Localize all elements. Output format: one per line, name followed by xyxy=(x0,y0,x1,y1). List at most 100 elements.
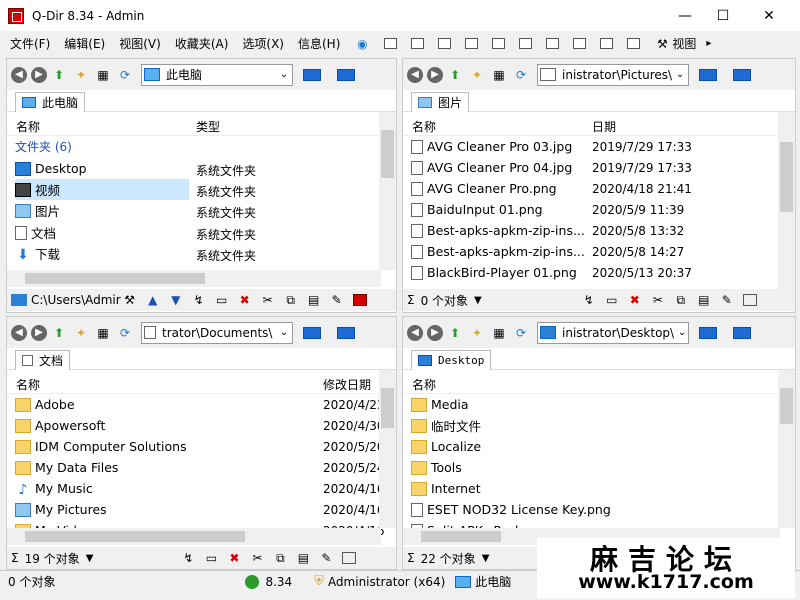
column-name[interactable]: 名称 xyxy=(412,118,436,135)
list-item[interactable]: 临时文件 xyxy=(411,415,481,436)
list-item[interactable]: My Pictures xyxy=(15,499,107,520)
list-item[interactable]: Tools xyxy=(411,457,462,478)
rename-icon[interactable]: ▭ xyxy=(605,293,619,307)
layout-1-icon[interactable] xyxy=(384,38,398,49)
chevron-down-icon[interactable]: ▼ xyxy=(169,293,183,307)
back-icon[interactable]: ◀ xyxy=(407,66,423,83)
tab-documents[interactable]: 文档 xyxy=(15,350,71,370)
list-item[interactable]: Internet xyxy=(411,478,481,499)
cut-icon[interactable]: ✂ xyxy=(250,551,264,565)
vertical-scrollbar[interactable] xyxy=(778,112,795,289)
list-item[interactable]: ♪ My Music xyxy=(15,478,93,499)
monitor-icon[interactable] xyxy=(733,68,751,81)
address-bar[interactable]: inistrator\Pictures\ ⌄ xyxy=(537,63,689,86)
chevron-down-icon[interactable]: ⌄ xyxy=(276,327,292,338)
paste-icon[interactable]: ▤ xyxy=(697,293,711,307)
list-item[interactable]: Media xyxy=(411,394,469,415)
new-folder-icon[interactable]: ✦ xyxy=(73,325,89,341)
filter-icon[interactable]: ↯ xyxy=(192,293,206,307)
layout-6-icon[interactable] xyxy=(519,38,533,49)
column-name[interactable]: 名称 xyxy=(412,376,436,393)
stop-icon[interactable] xyxy=(352,294,367,306)
chevron-down-icon[interactable]: ⌄ xyxy=(674,327,688,338)
list-item[interactable]: 图片 xyxy=(15,200,60,221)
up-folder-icon[interactable]: ⬆ xyxy=(51,67,67,83)
list-item[interactable]: My Data Files xyxy=(15,457,118,478)
layout-9-icon[interactable] xyxy=(600,38,614,49)
list-item[interactable]: Apowersoft xyxy=(15,415,105,436)
rename-icon[interactable]: ▭ xyxy=(204,551,218,565)
layout-7-icon[interactable] xyxy=(546,38,560,49)
layout-10-icon[interactable] xyxy=(627,38,641,49)
list-item[interactable]: IDM Computer Solutions xyxy=(15,436,187,457)
back-icon[interactable]: ◀ xyxy=(11,66,27,83)
up-folder-icon[interactable]: ⬆ xyxy=(447,325,463,341)
list-item[interactable]: Desktop xyxy=(15,158,87,179)
layout-3-icon[interactable] xyxy=(438,38,452,49)
rename-icon[interactable]: ▭ xyxy=(215,293,229,307)
edit-icon[interactable]: ✎ xyxy=(330,293,344,307)
menu-info[interactable]: 信息(H) xyxy=(298,35,340,52)
menu-view[interactable]: 视图(V) xyxy=(119,35,161,52)
monitor-icon[interactable] xyxy=(303,68,321,81)
delete-icon[interactable]: ✖ xyxy=(227,551,241,565)
list-item[interactable]: AVG Cleaner Pro 04.jpg xyxy=(411,157,572,178)
group-header[interactable]: 文件夹 (6) xyxy=(15,136,72,157)
chevron-down-icon[interactable]: ▼ xyxy=(86,553,94,564)
tab-desktop[interactable]: Desktop xyxy=(411,350,492,370)
up-folder-icon[interactable]: ⬆ xyxy=(51,325,67,341)
list-item[interactable]: AVG Cleaner Pro 03.jpg xyxy=(411,136,572,157)
forward-icon[interactable]: ▶ xyxy=(31,66,47,83)
filter-icon[interactable]: ↯ xyxy=(181,551,195,565)
forward-icon[interactable]: ▶ xyxy=(427,66,443,83)
list-item[interactable]: ⬇ 下载 xyxy=(15,243,60,264)
vertical-scrollbar[interactable] xyxy=(379,370,396,528)
up-folder-icon[interactable]: ⬆ xyxy=(447,67,463,83)
view-mode-icon[interactable]: ▦ xyxy=(491,325,507,341)
monitor-icon[interactable] xyxy=(699,68,717,81)
chevron-right-icon[interactable]: ▸ xyxy=(706,38,711,49)
vertical-scrollbar[interactable] xyxy=(778,370,795,528)
column-date[interactable]: 日期 xyxy=(592,118,616,135)
new-folder-icon[interactable]: ✦ xyxy=(469,67,485,83)
paste-icon[interactable]: ▤ xyxy=(307,293,321,307)
back-icon[interactable]: ◀ xyxy=(11,324,27,341)
address-bar[interactable]: 此电脑 ⌄ xyxy=(141,63,293,86)
column-name[interactable]: 名称 xyxy=(16,376,40,393)
chevron-down-icon[interactable]: ⌄ xyxy=(672,69,688,80)
chevron-down-icon[interactable]: ▼ xyxy=(482,553,490,564)
status-path[interactable]: C:\Users\Admir xyxy=(31,293,121,307)
tab-pictures[interactable]: 图片 xyxy=(411,92,470,112)
forward-icon[interactable]: ▶ xyxy=(427,324,443,341)
copy-icon[interactable]: ⧉ xyxy=(674,293,688,307)
refresh-icon[interactable]: ⟳ xyxy=(513,325,529,341)
refresh-icon[interactable]: ⟳ xyxy=(117,67,133,83)
stop-icon[interactable] xyxy=(342,552,357,564)
status-count[interactable]: 22 个对象 xyxy=(421,550,476,567)
list-item[interactable]: Adobe xyxy=(15,394,75,415)
delete-icon[interactable]: ✖ xyxy=(628,293,642,307)
monitor-icon[interactable] xyxy=(303,326,321,339)
cut-icon[interactable]: ✂ xyxy=(261,293,275,307)
list-item[interactable]: 文档 xyxy=(15,222,56,243)
horizontal-scrollbar[interactable] xyxy=(7,528,381,545)
list-item[interactable]: Best-apks-apkm-zip-ins... xyxy=(411,241,585,262)
column-modified[interactable]: 修改日期 xyxy=(323,376,371,393)
view-mode-icon[interactable]: ▦ xyxy=(95,325,111,341)
monitor-icon[interactable] xyxy=(337,326,355,339)
horizontal-scrollbar[interactable] xyxy=(7,270,381,287)
list-item[interactable]: Best-apks-apkm-zip-ins... xyxy=(411,220,585,241)
delete-icon[interactable]: ✖ xyxy=(238,293,252,307)
edit-icon[interactable]: ✎ xyxy=(720,293,734,307)
layout-4-icon[interactable] xyxy=(465,38,479,49)
chevron-up-icon[interactable]: ▲ xyxy=(146,293,160,307)
monitor-icon[interactable] xyxy=(733,326,751,339)
close-button[interactable]: ✕ xyxy=(746,0,792,31)
new-folder-icon[interactable]: ✦ xyxy=(469,325,485,341)
layout-5-icon[interactable] xyxy=(492,38,506,49)
maximize-button[interactable]: ☐ xyxy=(700,0,746,31)
list-item-selected[interactable]: 视频 xyxy=(15,179,189,200)
paste-icon[interactable]: ▤ xyxy=(296,551,310,565)
column-type[interactable]: 类型 xyxy=(196,118,220,135)
new-folder-icon[interactable]: ✦ xyxy=(73,67,89,83)
